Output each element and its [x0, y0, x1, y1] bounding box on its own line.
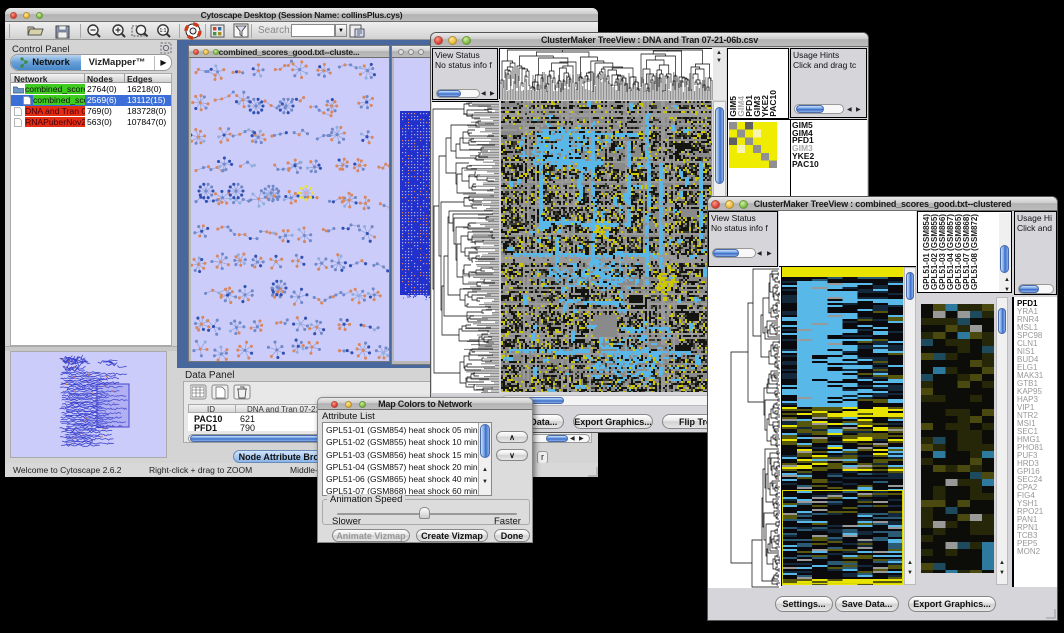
svg-text:1:1: 1:1 — [160, 28, 167, 34]
